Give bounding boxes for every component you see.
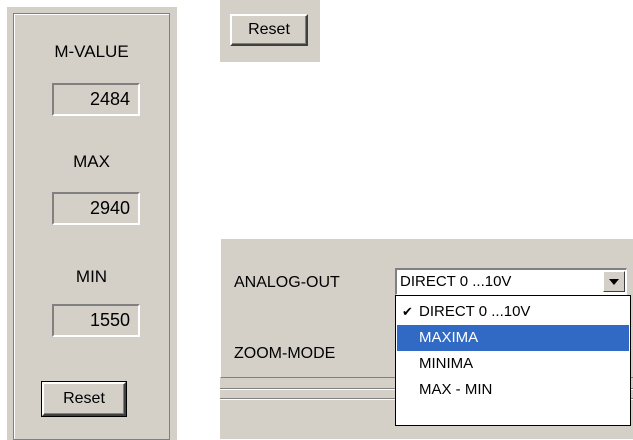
reset-button-left[interactable]: Reset bbox=[41, 381, 127, 417]
option-label: MAXIMA bbox=[419, 329, 479, 346]
option-label: DIRECT 0 ...10V bbox=[419, 303, 531, 320]
analog-out-select[interactable]: DIRECT 0 ...10V bbox=[395, 268, 627, 295]
reset-button-top[interactable]: Reset bbox=[230, 14, 308, 46]
mvalue-display: 2484 bbox=[52, 83, 140, 116]
analog-out-value: DIRECT 0 ...10V bbox=[400, 273, 512, 290]
option-direct[interactable]: ✔ DIRECT 0 ...10V bbox=[397, 299, 629, 325]
check-icon: ✔ bbox=[402, 304, 413, 319]
mvalue-label: M-VALUE bbox=[54, 42, 129, 61]
chevron-down-icon[interactable] bbox=[603, 271, 625, 292]
zoom-mode-label: ZOOM-MODE bbox=[234, 345, 336, 362]
analog-out-dropdown: ✔ DIRECT 0 ...10V MAXIMA MINIMA MAX - MI… bbox=[395, 295, 631, 426]
option-minima[interactable]: MINIMA bbox=[397, 351, 629, 377]
min-display: 1550 bbox=[52, 304, 140, 337]
min-label: MIN bbox=[75, 267, 108, 286]
option-label: MINIMA bbox=[419, 355, 474, 372]
max-label: MAX bbox=[73, 152, 110, 171]
option-label: MAX - MIN bbox=[419, 381, 493, 398]
analog-out-label: ANALOG-OUT bbox=[234, 274, 340, 291]
option-maxima[interactable]: MAXIMA bbox=[397, 325, 629, 351]
top-panel: Reset bbox=[220, 0, 633, 62]
left-panel: M-VALUE 2484 MAX 2940 MIN 1550 Reset bbox=[6, 6, 177, 440]
max-display: 2940 bbox=[52, 192, 140, 225]
option-max-min[interactable]: MAX - MIN bbox=[397, 377, 629, 403]
values-group: M-VALUE 2484 MAX 2940 MIN 1550 Reset bbox=[13, 13, 170, 440]
